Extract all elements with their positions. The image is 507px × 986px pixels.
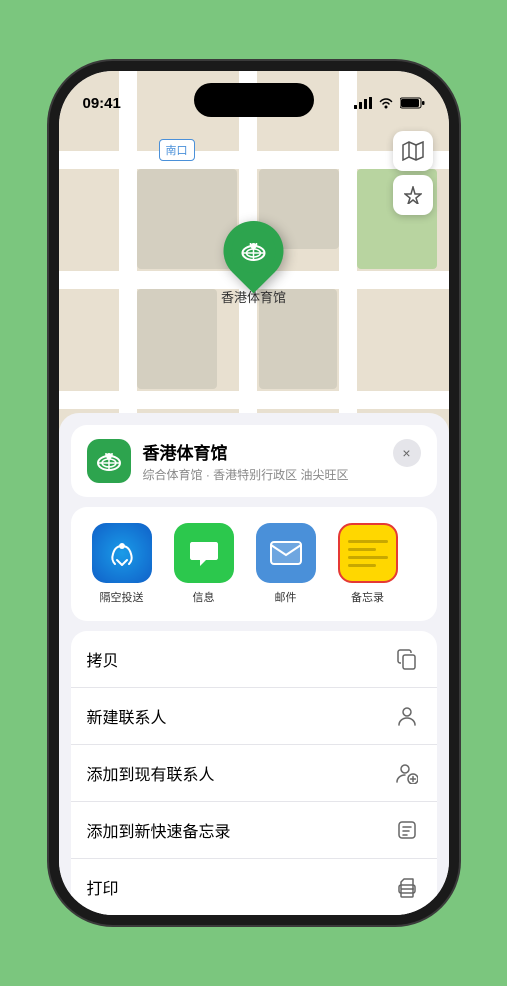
action-item-add-contact[interactable]: 添加到现有联系人 [71, 745, 437, 802]
status-time: 09:41 [83, 95, 121, 112]
action-item-copy[interactable]: 拷贝 [71, 631, 437, 688]
action-label-add-contact: 添加到现有联系人 [87, 761, 215, 785]
messages-label: 信息 [193, 589, 215, 605]
person-add-icon [393, 759, 421, 787]
messages-icon [174, 523, 234, 583]
venue-info: 香港体育馆 综合体育馆 · 香港特别行政区 油尖旺区 [143, 439, 381, 483]
share-app-airdrop[interactable]: 隔空投送 [87, 523, 157, 605]
share-row: 隔空投送 信息 [71, 507, 437, 621]
stadium-marker: 香港体育馆 [221, 221, 286, 306]
action-list: 拷贝 新建联系人 [71, 631, 437, 915]
bottom-sheet: 香港体育馆 综合体育馆 · 香港特别行政区 油尖旺区 × 隔空投送 [59, 413, 449, 915]
venue-card: 香港体育馆 综合体育馆 · 香港特别行政区 油尖旺区 × [71, 425, 437, 497]
map-controls[interactable] [393, 131, 433, 215]
airdrop-icon [92, 523, 152, 583]
action-label-add-note: 添加到新快速备忘录 [87, 818, 231, 842]
marker-pin [211, 209, 296, 294]
action-label-copy: 拷贝 [87, 647, 119, 671]
note-icon [393, 816, 421, 844]
share-app-mail[interactable]: 邮件 [251, 523, 321, 605]
map-type-button[interactable] [393, 131, 433, 171]
action-item-print[interactable]: 打印 [71, 859, 437, 915]
signal-icon [354, 97, 372, 109]
dynamic-island [194, 83, 314, 117]
location-label: 南口 [159, 139, 195, 161]
print-icon [393, 873, 421, 901]
person-icon [393, 702, 421, 730]
action-label-print: 打印 [87, 875, 119, 899]
mail-icon [256, 523, 316, 583]
share-app-notes[interactable]: 备忘录 [333, 523, 403, 605]
mail-label: 邮件 [275, 589, 297, 605]
phone-frame: 09:41 [59, 71, 449, 915]
venue-name: 香港体育馆 [143, 439, 381, 464]
action-label-new-contact: 新建联系人 [87, 704, 167, 728]
battery-icon [400, 97, 425, 109]
airdrop-label: 隔空投送 [100, 589, 144, 605]
action-item-new-contact[interactable]: 新建联系人 [71, 688, 437, 745]
venue-subtitle: 综合体育馆 · 香港特别行政区 油尖旺区 [143, 466, 381, 483]
venue-close-button[interactable]: × [393, 439, 421, 467]
action-item-add-note[interactable]: 添加到新快速备忘录 [71, 802, 437, 859]
notes-icon [338, 523, 398, 583]
location-button[interactable] [393, 175, 433, 215]
share-app-messages[interactable]: 信息 [169, 523, 239, 605]
wifi-icon [378, 97, 394, 109]
venue-icon [87, 439, 131, 483]
notes-label: 备忘录 [351, 589, 384, 605]
status-icons [354, 97, 425, 109]
copy-icon [393, 645, 421, 673]
stadium-icon [239, 237, 267, 265]
